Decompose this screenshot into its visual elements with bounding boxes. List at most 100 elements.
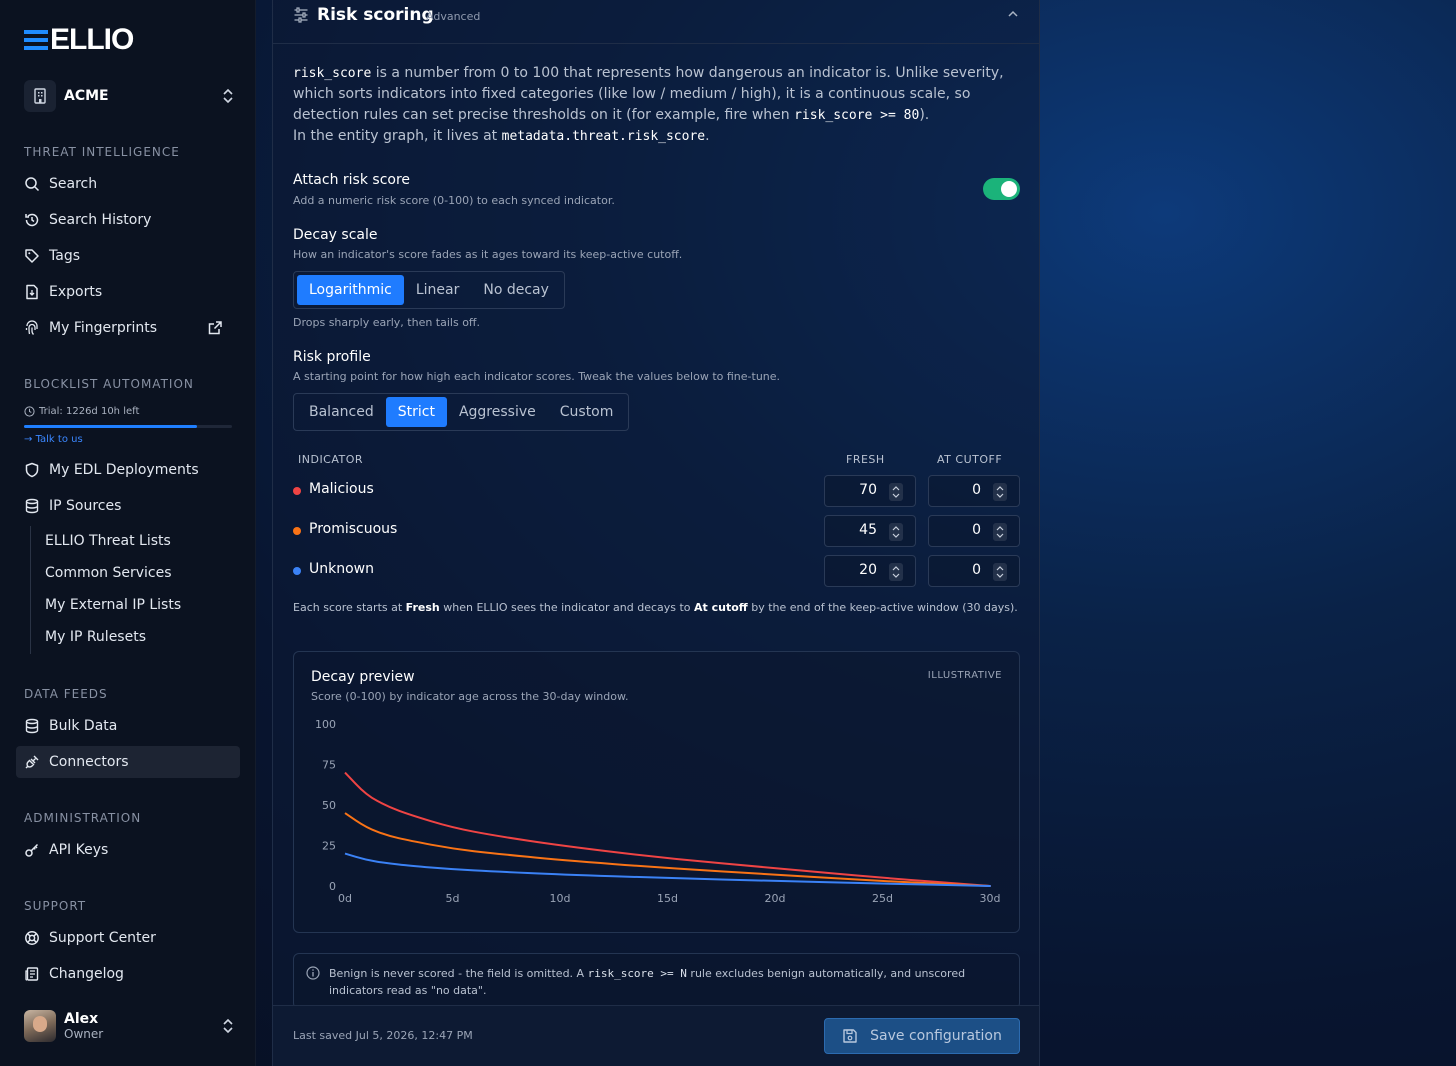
sidebar-subitem-ellio-threat-lists[interactable]: ELLIO Threat Lists [45,533,171,549]
sidebar-item-label: IP Sources [49,498,122,514]
cutoff-score-value: 0 [972,522,981,538]
stepper-arrows-icon[interactable] [993,563,1007,581]
sidebar-item-label: My Fingerprints [49,320,158,336]
search-icon [25,177,40,192]
database-icon [25,718,39,734]
talk-to-us-link[interactable]: → Talk to us [24,434,83,445]
severity-dot [293,487,301,495]
sidebar-item-my-fingerprints[interactable]: My Fingerprints [16,312,240,344]
sliders-icon [294,7,308,23]
fresh-score-value: 70 [859,482,877,498]
note-fresh: Fresh [405,601,440,614]
sidebar-item-label: Bulk Data [49,718,118,734]
history-icon [25,213,39,227]
stepper-arrows-icon[interactable] [993,523,1007,541]
fresh-score-value: 20 [859,562,877,578]
sidebar-item-support-center[interactable]: Support Center [16,922,240,954]
key-icon [25,843,39,857]
note-text-3: by the end of the keep-active window (30… [747,601,1018,614]
sidebar-item-label: My EDL Deployments [49,462,199,478]
sidebar-item-my-edl-deployments[interactable]: My EDL Deployments [16,454,240,486]
sidebar-item-search[interactable]: Search [16,168,240,200]
stepper-arrows-icon[interactable] [993,483,1007,501]
user-menu[interactable]: Alex Owner [24,1008,240,1044]
sidebar-item-label: API Keys [49,842,109,858]
cutoff-score-input[interactable]: 0 [928,555,1020,587]
benign-info-text: Benign is never scored - the field is om… [329,965,989,999]
attach-risk-score-toggle[interactable] [983,178,1020,200]
risk-profile-subtitle: A starting point for how high each indic… [293,370,781,383]
table-row: Unknown 20 0 [293,555,1020,587]
x-tick-label: 0d [338,892,352,905]
trial-text: Trial: 1226d 10h left [39,406,140,417]
sidebar-item-ip-sources[interactable]: IP Sources [16,490,240,522]
y-tick-label: 50 [322,799,336,812]
file-export-icon [26,284,38,300]
stepper-arrows-icon[interactable] [889,483,903,501]
section-blocklist-automation: BLOCKLIST AUTOMATION [24,377,194,391]
user-role: Owner [64,1027,104,1041]
sub-nav-divider [30,526,31,654]
avatar [24,1010,56,1042]
table-row: Malicious 70 0 [293,475,1020,507]
chevron-up-icon[interactable] [1007,8,1019,20]
profile-option-balanced[interactable]: Balanced [297,397,386,427]
fresh-score-input[interactable]: 45 [824,515,916,547]
clock-icon [24,406,35,417]
ellio-logo[interactable]: ELLIO [24,23,134,56]
decay-scale-title: Decay scale [293,227,378,243]
stepper-arrows-icon[interactable] [889,523,903,541]
sidebar-subitem-my-ip-rulesets[interactable]: My IP Rulesets [45,629,146,645]
trial-progress-fill [24,425,197,428]
sidebar-item-label: Changelog [49,966,124,982]
sidebar-subitem-my-external-ip-lists[interactable]: My External IP Lists [45,597,181,613]
panel-header[interactable]: Risk scoring Advanced [273,0,1039,44]
sidebar-item-bulk-data[interactable]: Bulk Data [16,710,240,742]
profile-option-aggressive[interactable]: Aggressive [447,397,548,427]
org-switcher[interactable]: ACME [24,80,240,112]
advanced-badge: Advanced [426,10,481,23]
profile-option-custom[interactable]: Custom [548,397,626,427]
sidebar-item-connectors[interactable]: Connectors [16,746,240,778]
cutoff-score-input[interactable]: 0 [928,475,1020,507]
risk-profile-title: Risk profile [293,349,371,365]
lifebuoy-icon [25,931,39,945]
code-entity-path: metadata.threat.risk_score [501,129,706,144]
sidebar-item-tags[interactable]: Tags [16,240,240,272]
cutoff-score-value: 0 [972,562,981,578]
indicator-name: Promiscuous [309,521,398,537]
decay-option-no-decay[interactable]: No decay [471,275,561,305]
x-tick-label: 10d [550,892,571,905]
profile-option-strict[interactable]: Strict [385,397,447,427]
sidebar-subitem-common-services[interactable]: Common Services [45,565,172,581]
sidebar-item-api-keys[interactable]: API Keys [16,834,240,866]
fresh-score-value: 45 [859,522,877,538]
y-tick-label: 0 [329,880,336,893]
column-header-indicator: INDICATOR [298,453,364,466]
decay-option-linear[interactable]: Linear [404,275,472,305]
decay-option-logarithmic[interactable]: Logarithmic [297,275,404,305]
column-header-at-cutoff: AT CUTOFF [937,453,1003,466]
indicator-name: Unknown [309,561,374,577]
sidebar-item-search-history[interactable]: Search History [16,204,240,236]
attach-risk-score-subtitle: Add a numeric risk score (0-100) to each… [293,194,615,207]
sidebar-item-label: Search [49,176,98,192]
org-name: ACME [64,88,109,104]
section-support: SUPPORT [24,899,87,913]
logo-text: ELLIO [50,23,134,56]
decay-scale-subtitle: How an indicator's score fades as it age… [293,248,683,261]
note-at-cutoff: At cutoff [694,601,748,614]
fresh-score-input[interactable]: 70 [824,475,916,507]
sidebar-item-changelog[interactable]: Changelog [16,958,240,990]
panel-title: Risk scoring [317,5,434,25]
cutoff-score-input[interactable]: 0 [928,515,1020,547]
sidebar-item-exports[interactable]: Exports [16,276,240,308]
fresh-score-input[interactable]: 20 [824,555,916,587]
score-explanation: Each score starts at Fresh when ELLIO se… [293,600,1019,616]
risk-profile-selector: Balanced Strict Aggressive Custom [293,393,630,431]
external-link-icon [208,321,222,335]
stepper-arrows-icon[interactable] [889,563,903,581]
decay-scale-hint: Drops sharply early, then tails off. [293,316,481,329]
decay-chart: 0 25 50 75 100 0d 5d 10d 15d 20d 25d 30d [315,718,1000,905]
save-configuration-button[interactable]: Save configuration [824,1018,1020,1054]
